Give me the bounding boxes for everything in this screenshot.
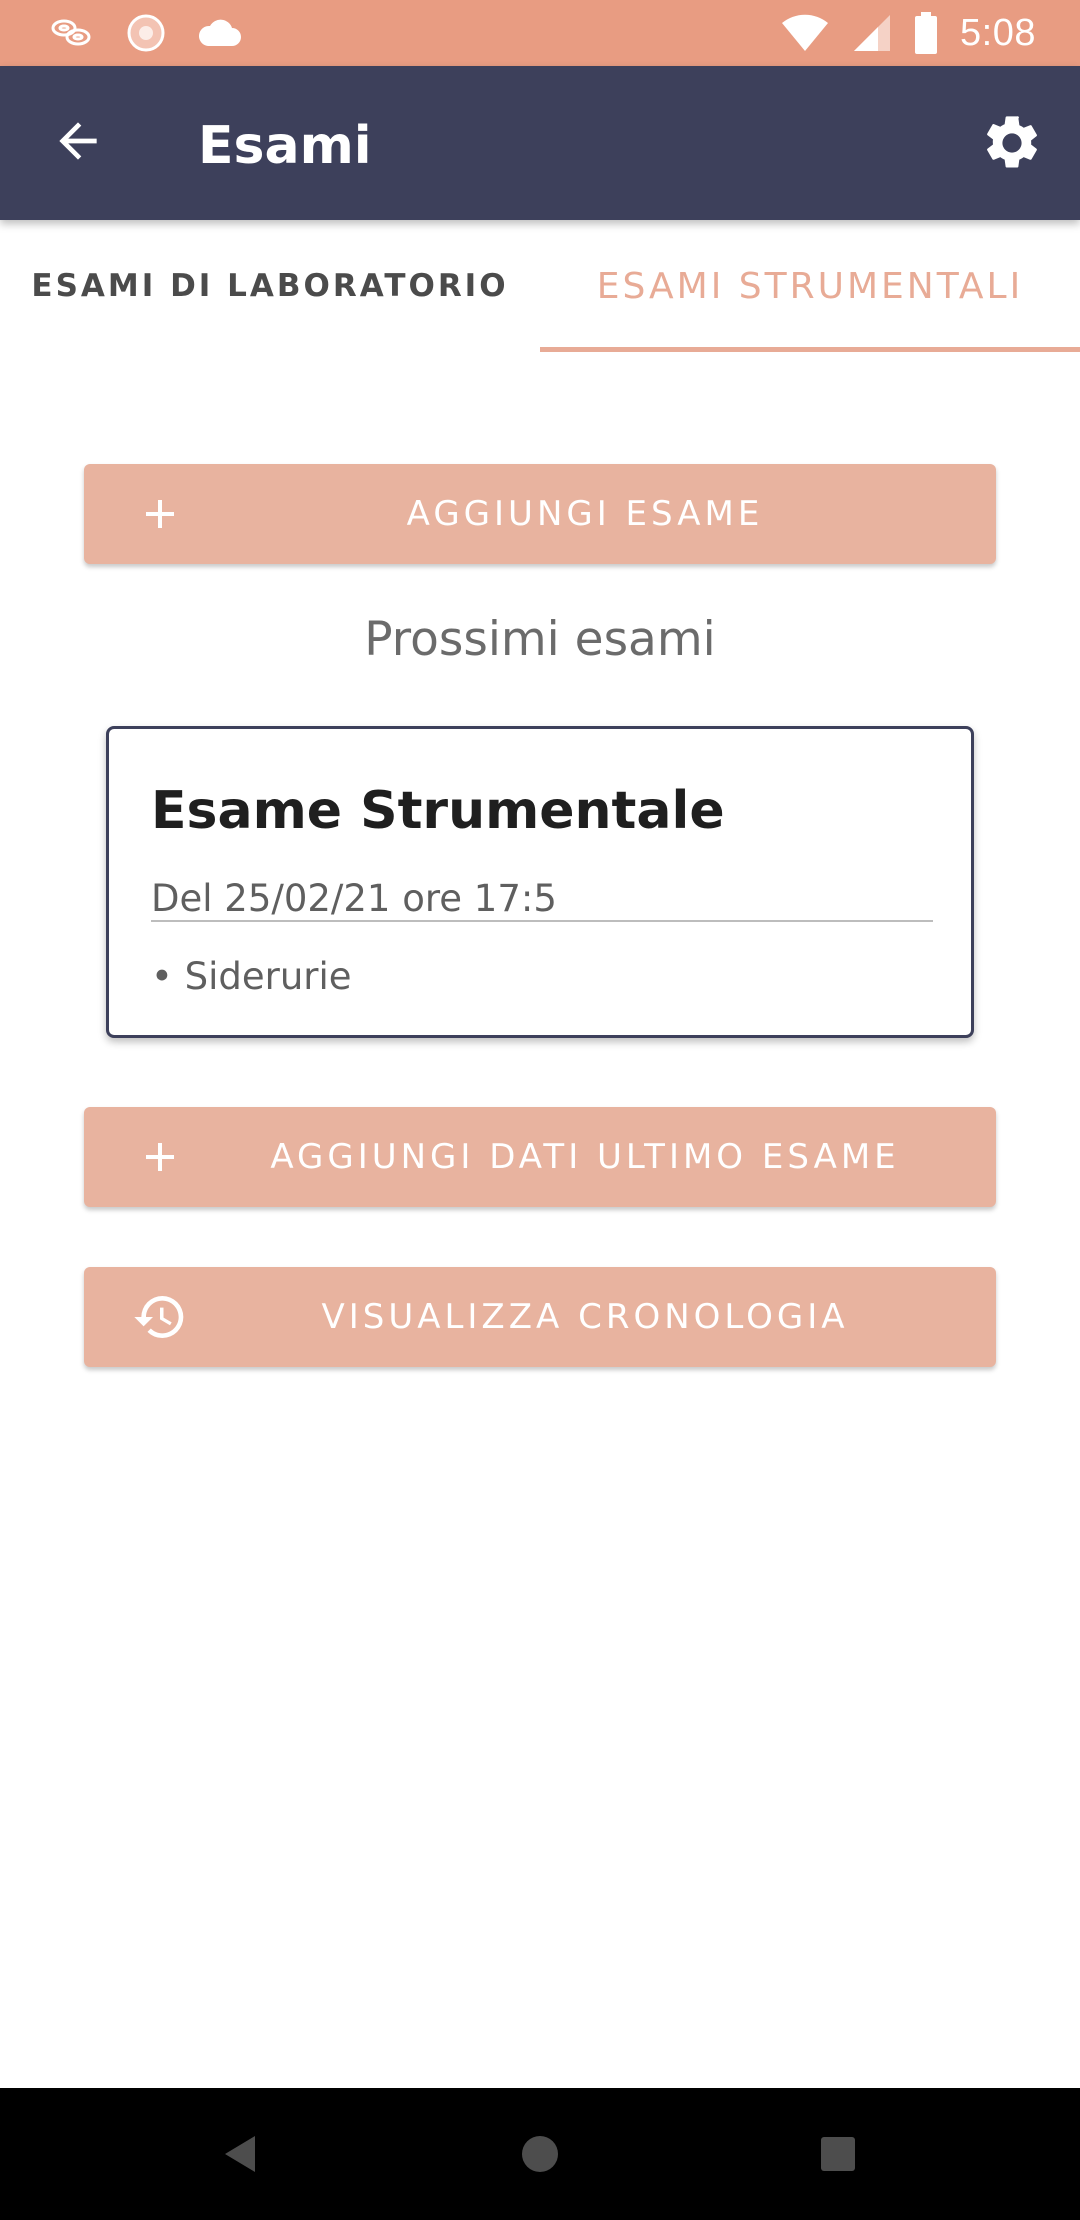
exam-card-date: Del 25/02/21 ore 17:5 <box>151 877 557 920</box>
plus-icon <box>146 500 174 528</box>
nav-back-icon[interactable] <box>210 2124 270 2184</box>
exam-card-item: • Siderurie <box>151 955 352 998</box>
tab-label: ESAMI DI LABORATORIO <box>31 268 509 304</box>
tab-esami-strumentali[interactable]: ESAMI STRUMENTALI <box>540 220 1080 352</box>
view-history-label: VISUALIZZA CRONOLOGIA <box>321 1297 849 1337</box>
cell-signal-icon <box>854 15 891 51</box>
exam-card[interactable]: Esame Strumentale Del 25/02/21 ore 17:5 … <box>106 726 974 1038</box>
status-bar: 5:08 <box>0 0 1080 66</box>
add-exam-button[interactable]: AGGIUNGI ESAME <box>84 464 996 564</box>
section-title: Prossimi esami <box>364 612 716 667</box>
add-exam-label: AGGIUNGI ESAME <box>406 494 764 534</box>
system-navigation-bar <box>0 2088 1080 2220</box>
app-bar: Esami <box>0 66 1080 220</box>
arrow-left-icon[interactable] <box>50 113 106 169</box>
nav-home-icon[interactable] <box>510 2124 570 2184</box>
nav-recents-icon[interactable] <box>808 2124 868 2184</box>
page-title: Esami <box>198 116 372 176</box>
plus-icon <box>146 1143 174 1171</box>
tab-label: ESAMI STRUMENTALI <box>596 265 1024 307</box>
tab-esami-di-laboratorio[interactable]: ESAMI DI LABORATORIO <box>0 220 540 352</box>
add-last-exam-data-label: AGGIUNGI DATI ULTIMO ESAME <box>270 1137 900 1177</box>
view-history-button[interactable]: VISUALIZZA CRONOLOGIA <box>84 1267 996 1367</box>
gear-icon[interactable] <box>980 111 1044 175</box>
tab-active-indicator <box>540 347 1080 352</box>
notification-app-icon <box>51 19 91 46</box>
tab-bar: ESAMI DI LABORATORIO ESAMI STRUMENTALI <box>0 220 1080 352</box>
flower-app-icon <box>127 14 165 52</box>
cloud-icon <box>198 19 241 46</box>
divider <box>151 920 933 922</box>
add-last-exam-data-button[interactable]: AGGIUNGI DATI ULTIMO ESAME <box>84 1107 996 1207</box>
exam-card-title: Esame Strumentale <box>151 781 725 841</box>
wifi-icon <box>782 14 829 51</box>
battery-icon <box>915 12 938 54</box>
history-icon <box>134 1296 184 1338</box>
status-time: 5:08 <box>960 11 1036 54</box>
